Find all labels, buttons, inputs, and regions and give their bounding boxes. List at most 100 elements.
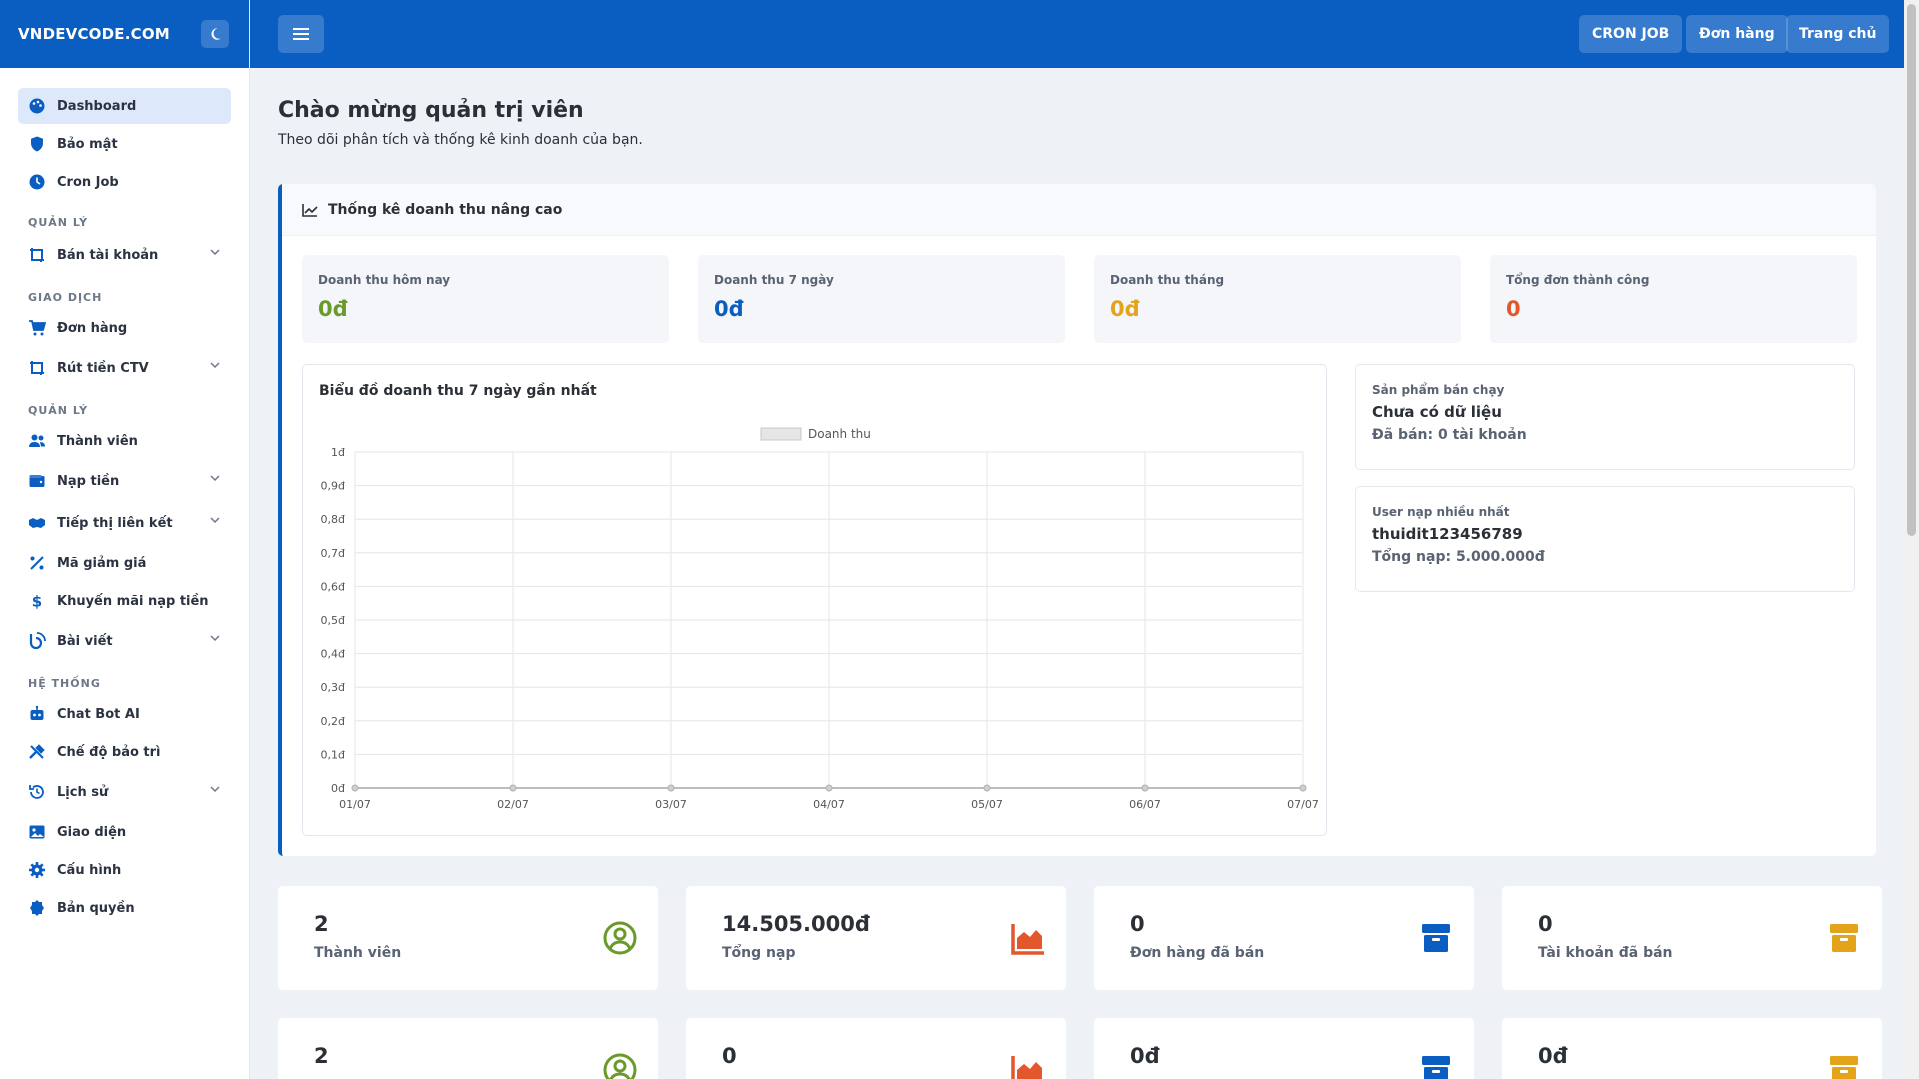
gear-icon bbox=[28, 861, 46, 879]
chevron-down-icon bbox=[209, 783, 221, 799]
box-icon bbox=[1830, 924, 1858, 952]
robot-icon bbox=[28, 705, 46, 723]
sidebar-item-thanh-vien[interactable]: Thành viên bbox=[18, 423, 231, 459]
best-product-label: Sản phẩm bán chạy bbox=[1372, 383, 1505, 397]
sidebar-item-label: Khuyến mãi nạp tiền bbox=[57, 593, 209, 609]
sidebar-item-lich-su[interactable]: Lịch sử bbox=[18, 772, 231, 812]
chart-y-tick-label: 0đ bbox=[331, 782, 345, 795]
topbar: CRON JOB Đơn hàng Trang chủ bbox=[250, 0, 1919, 68]
moon-icon bbox=[211, 28, 221, 40]
dark-mode-toggle[interactable] bbox=[201, 20, 229, 48]
chart-data-point bbox=[1141, 784, 1149, 792]
chart-y-tick-label: 0,2đ bbox=[321, 715, 345, 728]
chart-data-point bbox=[667, 784, 675, 792]
stat-value: 0đ bbox=[318, 297, 348, 321]
stat-7days: Doanh thu 7 ngày 0đ bbox=[698, 255, 1065, 343]
chevron-down-icon bbox=[209, 359, 221, 375]
chart-y-tick-label: 0,7đ bbox=[321, 547, 345, 560]
cron-job-button[interactable]: CRON JOB bbox=[1579, 15, 1683, 53]
svg-text:$: $ bbox=[32, 593, 42, 611]
chart-x-tick-label: 06/07 bbox=[1129, 798, 1161, 811]
kpi-value: 0đ bbox=[1538, 1044, 1568, 1068]
kpi-card: 0đ bbox=[1502, 1018, 1882, 1079]
best-product-value: Chưa có dữ liệu bbox=[1372, 403, 1502, 421]
sidebar-item-label: Đơn hàng bbox=[57, 320, 128, 336]
chevron-down-icon bbox=[209, 514, 221, 530]
scrollbar-thumb[interactable] bbox=[1907, 4, 1916, 536]
kpi-value: 14.505.000đ bbox=[722, 912, 870, 936]
sidebar-item-chat-bot-ai[interactable]: Chat Bot AI bbox=[18, 696, 231, 732]
sidebar-item-rut-tien-ctv[interactable]: Rút tiền CTV bbox=[18, 348, 231, 388]
revenue-chart-card: Biểu đồ doanh thu 7 ngày gần nhất 0đ 0,1đ… bbox=[302, 364, 1327, 836]
handshake-icon bbox=[28, 514, 46, 532]
chevron-down-icon bbox=[209, 632, 221, 648]
main-content: Chào mừng quản trị viên Theo dõi phân tí… bbox=[250, 68, 1904, 1079]
sidebar-item-don-hang[interactable]: Đơn hàng bbox=[18, 310, 231, 346]
history-icon bbox=[28, 783, 46, 801]
top-user-value: thuidit123456789 bbox=[1372, 525, 1523, 543]
stat-total-orders: Tổng đơn thành công 0 bbox=[1490, 255, 1857, 343]
menu-toggle-button[interactable] bbox=[278, 15, 324, 53]
tools-icon bbox=[28, 743, 46, 761]
sidebar-item-ma-giam-gia[interactable]: Mã giảm giá bbox=[18, 545, 231, 581]
sidebar-item-label: Nạp tiền bbox=[57, 473, 120, 489]
chart-y-tick-label: 1đ bbox=[331, 446, 345, 459]
sidebar-item-ban-quyen[interactable]: Bản quyền bbox=[18, 890, 231, 926]
sidebar-item-tiep-thi-lien-ket[interactable]: Tiếp thị liên kết bbox=[18, 503, 231, 543]
cart-icon bbox=[28, 319, 46, 337]
page-title: Chào mừng quản trị viên bbox=[278, 98, 584, 123]
sidebar-item-label: Cấu hình bbox=[57, 862, 122, 878]
stat-label: Doanh thu tháng bbox=[1110, 273, 1225, 287]
chevron-down-icon bbox=[209, 246, 221, 262]
sidebar-item-giao-dien[interactable]: Giao diện bbox=[18, 814, 231, 850]
blog-icon bbox=[28, 632, 46, 650]
chart-data-point bbox=[983, 784, 991, 792]
sidebar-item-bai-viet[interactable]: Bài viết bbox=[18, 621, 231, 661]
page-scrollbar[interactable] bbox=[1904, 0, 1919, 1079]
kpi-caption: Tổng nạp bbox=[722, 945, 796, 961]
chart-x-tick-label: 01/07 bbox=[339, 798, 371, 811]
chart-x-tick-label: 04/07 bbox=[813, 798, 845, 811]
chart-y-tick-label: 0,6đ bbox=[321, 580, 345, 593]
stat-label: Doanh thu hôm nay bbox=[318, 273, 451, 287]
kpi-value: 2 bbox=[314, 1044, 329, 1068]
sidebar-item-cron-job[interactable]: Cron Job bbox=[18, 164, 231, 200]
sidebar-item-label: Chat Bot AI bbox=[57, 706, 140, 722]
chart-y-tick-label: 0,5đ bbox=[321, 614, 345, 627]
certificate-icon bbox=[28, 899, 46, 917]
chart-legend-label: Doanh thu bbox=[808, 427, 871, 441]
sidebar-item-label: Giao diện bbox=[57, 824, 127, 840]
kpi-card: 0đ bbox=[1094, 1018, 1474, 1079]
top-user-card: User nạp nhiều nhất thuidit123456789 Tổn… bbox=[1355, 486, 1855, 592]
area-chart-icon bbox=[1011, 924, 1044, 955]
kpi-card: 14.505.000đ Tổng nạp bbox=[686, 886, 1066, 990]
chevron-down-icon bbox=[209, 472, 221, 488]
sidebar-item-cau-hinh[interactable]: Cấu hình bbox=[18, 852, 231, 888]
chart-x-tick-label: 03/07 bbox=[655, 798, 687, 811]
sidebar-item-dashboard[interactable]: Dashboard bbox=[18, 88, 231, 124]
revenue-card-header: Thống kê doanh thu nâng cao bbox=[282, 184, 1876, 236]
sidebar-section-title: QUẢN LÝ bbox=[28, 404, 89, 417]
chart-y-tick-label: 0,8đ bbox=[321, 513, 345, 526]
user-circle-icon bbox=[603, 1053, 637, 1079]
sidebar-item-label: Cron Job bbox=[57, 174, 119, 190]
kpi-card: 0 bbox=[686, 1018, 1066, 1079]
hamburger-icon bbox=[293, 28, 309, 40]
sidebar-item-label: Mã giảm giá bbox=[57, 555, 147, 571]
sidebar-item-ban-tai-khoan[interactable]: Bán tài khoản bbox=[18, 235, 231, 275]
sidebar-item-khuyen-mai-nap-tien[interactable]: $ Khuyến mãi nạp tiền bbox=[18, 583, 231, 619]
sidebar-item-bao-mat[interactable]: Bảo mật bbox=[18, 126, 231, 162]
home-button[interactable]: Trang chủ bbox=[1786, 15, 1890, 53]
orders-button[interactable]: Đơn hàng bbox=[1686, 15, 1788, 53]
sidebar-item-label: Thành viên bbox=[57, 433, 138, 449]
image-icon bbox=[28, 823, 46, 841]
best-product-card: Sản phẩm bán chạy Chưa có dữ liệu Đã bán… bbox=[1355, 364, 1855, 470]
sidebar-item-che-do-bao-tri[interactable]: Chế độ bảo trì bbox=[18, 734, 231, 770]
dollar-icon: $ bbox=[28, 592, 46, 611]
chart-x-tick-label: 05/07 bbox=[971, 798, 1003, 811]
brand-logo[interactable]: VNDEVCODE.COM bbox=[18, 25, 170, 43]
kpi-card: 0 Tài khoản đã bán bbox=[1502, 886, 1882, 990]
sidebar-item-nap-tien[interactable]: Nạp tiền bbox=[18, 461, 231, 501]
sidebar-item-label: Dashboard bbox=[57, 98, 137, 114]
stat-today: Doanh thu hôm nay 0đ bbox=[302, 255, 669, 343]
